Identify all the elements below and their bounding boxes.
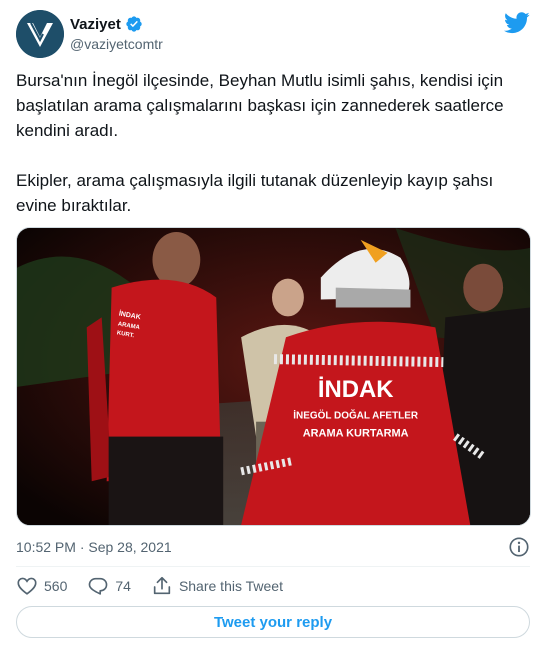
- display-name[interactable]: Vaziyet: [70, 16, 121, 33]
- rescue-team-photo: İNDAK İNEGÖL DOĞAL AFETLER ARAMA KURTARM…: [17, 228, 530, 525]
- vaziyet-logo-icon: [16, 10, 64, 58]
- jacket-subtitle-2: ARAMA KURTARMA: [303, 428, 409, 440]
- comment-bubble-icon: [89, 577, 108, 595]
- tweet-paragraph: Bursa'nın İnegöl ilçesinde, Beyhan Mutlu…: [16, 71, 504, 140]
- avatar[interactable]: [16, 10, 64, 58]
- share-icon: [153, 576, 171, 595]
- tweet-actions: 560 74 Share this Tweet: [16, 574, 530, 598]
- like-count: 560: [44, 578, 68, 594]
- jacket-subtitle-1: İNEGÖL DOĞAL AFETLER: [293, 410, 418, 422]
- like-button[interactable]: 560: [16, 575, 67, 597]
- divider: [16, 566, 530, 567]
- tweet-photo[interactable]: İNDAK İNEGÖL DOĞAL AFETLER ARAMA KURTARM…: [16, 227, 531, 526]
- tweet-paragraph: Ekipler, arama çalışmasıyla ilgili tutan…: [16, 171, 494, 215]
- tweet-header: Vaziyet @vaziyetcomtr: [16, 10, 530, 60]
- twitter-bird-icon[interactable]: [504, 12, 530, 34]
- tweet-card: Vaziyet @vaziyetcomtr Bursa'nın İnegöl i…: [0, 0, 546, 649]
- tweet-reply-button[interactable]: Tweet your reply: [16, 606, 530, 638]
- share-label: Share this Tweet: [178, 578, 283, 594]
- tweet-text: Bursa'nın İnegöl ilçesinde, Beyhan Mutlu…: [16, 68, 530, 218]
- reply-action[interactable]: 74: [87, 575, 131, 597]
- jacket-title: İNDAK: [318, 376, 394, 403]
- info-icon[interactable]: [508, 536, 530, 558]
- timestamp[interactable]: 10:52 PM · Sep 28, 2021: [16, 539, 172, 555]
- reply-count: 74: [115, 578, 131, 594]
- heart-icon: [17, 577, 37, 595]
- account-handle[interactable]: @vaziyetcomtr: [70, 36, 163, 52]
- account-names: Vaziyet @vaziyetcomtr: [70, 14, 163, 53]
- share-button[interactable]: Share this Tweet: [151, 575, 283, 597]
- tweet-meta: 10:52 PM · Sep 28, 2021: [16, 536, 530, 558]
- verified-badge-icon: [125, 15, 143, 33]
